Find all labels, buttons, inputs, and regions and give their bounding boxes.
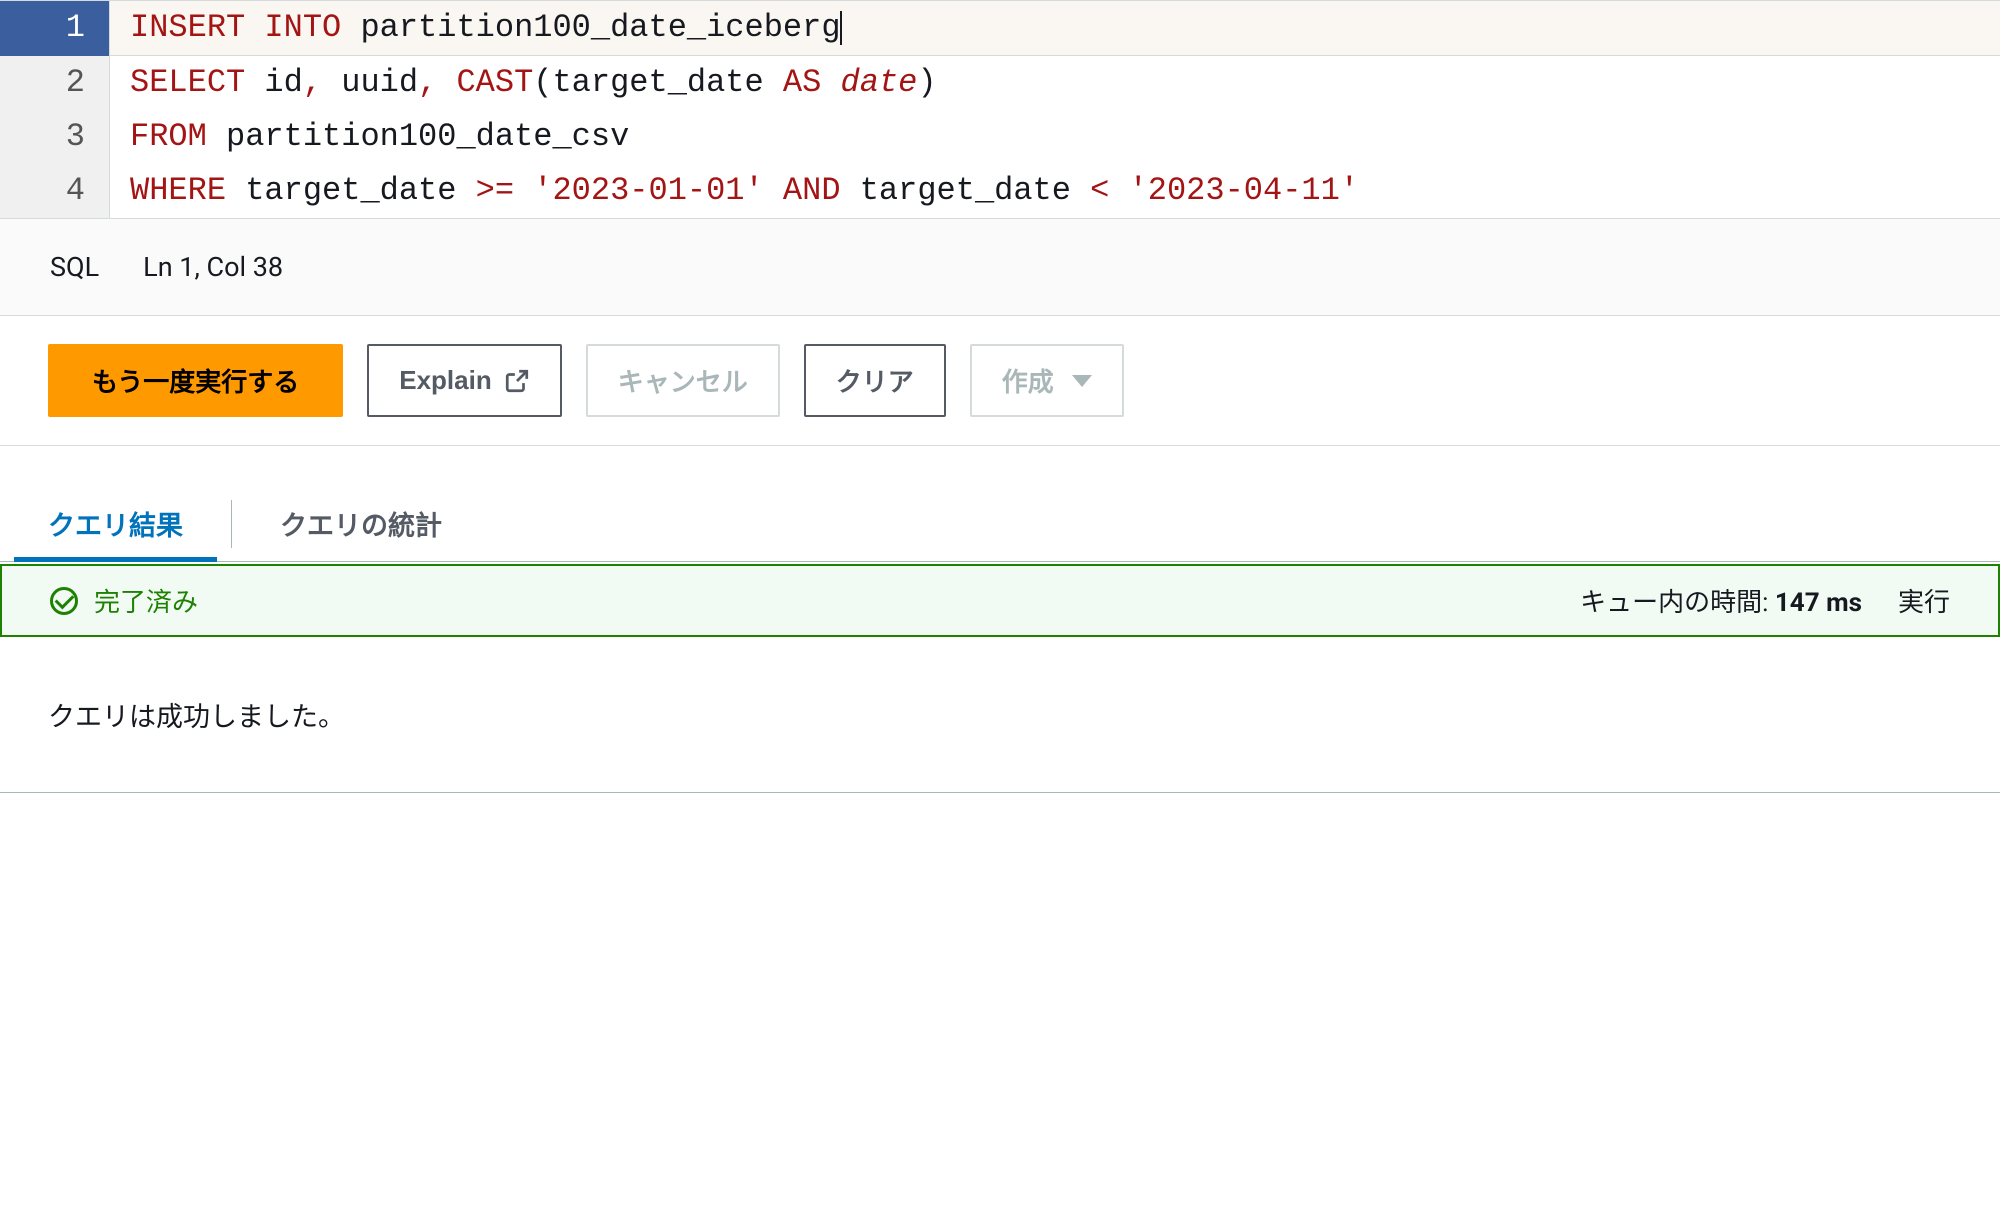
cancel-button[interactable]: キャンセル (586, 344, 780, 417)
tab-query-stats[interactable]: クエリの統計 (232, 486, 490, 561)
line-number: 2 (0, 56, 110, 110)
create-dropdown-button[interactable]: 作成 (970, 344, 1124, 417)
explain-label: Explain (399, 365, 491, 396)
code-content[interactable]: FROM partition100_date_csv (110, 110, 2000, 164)
code-content[interactable]: WHERE target_date >= '2023-01-01' AND ta… (110, 164, 2000, 218)
line-number: 4 (0, 164, 110, 218)
sql-editor[interactable]: 1INSERT INTO partition100_date_iceberg2S… (0, 0, 2000, 219)
queue-time-label: キュー内の時間: (1580, 588, 1768, 618)
clear-button[interactable]: クリア (804, 344, 946, 417)
code-line[interactable]: 2SELECT id, uuid, CAST(target_date AS da… (0, 56, 2000, 110)
run-again-button[interactable]: もう一度実行する (48, 344, 343, 417)
query-toolbar: もう一度実行する Explain キャンセル クリア 作成 (0, 316, 2000, 446)
queue-time-value: 147 ms (1775, 588, 1862, 618)
editor-language: SQL (50, 251, 99, 283)
exec-time-prefix: 実行 (1898, 582, 1950, 619)
text-cursor (840, 11, 842, 45)
status-label: 完了済み (94, 582, 198, 619)
chevron-down-icon (1072, 375, 1092, 387)
success-icon (50, 587, 78, 615)
code-content[interactable]: SELECT id, uuid, CAST(target_date AS dat… (110, 56, 2000, 110)
result-message: クエリは成功しました。 (0, 637, 2000, 793)
code-line[interactable]: 4WHERE target_date >= '2023-01-01' AND t… (0, 164, 2000, 218)
cursor-position: Ln 1, Col 38 (143, 251, 283, 283)
line-number: 3 (0, 110, 110, 164)
results-tabs: クエリ結果 クエリの統計 (0, 486, 2000, 562)
external-link-icon (504, 368, 530, 394)
code-line[interactable]: 1INSERT INTO partition100_date_iceberg (0, 1, 2000, 56)
create-label: 作成 (1002, 362, 1054, 399)
explain-button[interactable]: Explain (367, 344, 561, 417)
line-number: 1 (0, 1, 110, 56)
result-status-bar: 完了済み キュー内の時間: 147 ms 実行 (0, 564, 2000, 637)
code-content[interactable]: INSERT INTO partition100_date_iceberg (110, 1, 2000, 56)
code-line[interactable]: 3FROM partition100_date_csv (0, 110, 2000, 164)
editor-status-bar: SQL Ln 1, Col 38 (0, 219, 2000, 316)
timing-info: キュー内の時間: 147 ms 実行 (1580, 582, 1950, 619)
tab-query-results[interactable]: クエリ結果 (0, 486, 231, 561)
